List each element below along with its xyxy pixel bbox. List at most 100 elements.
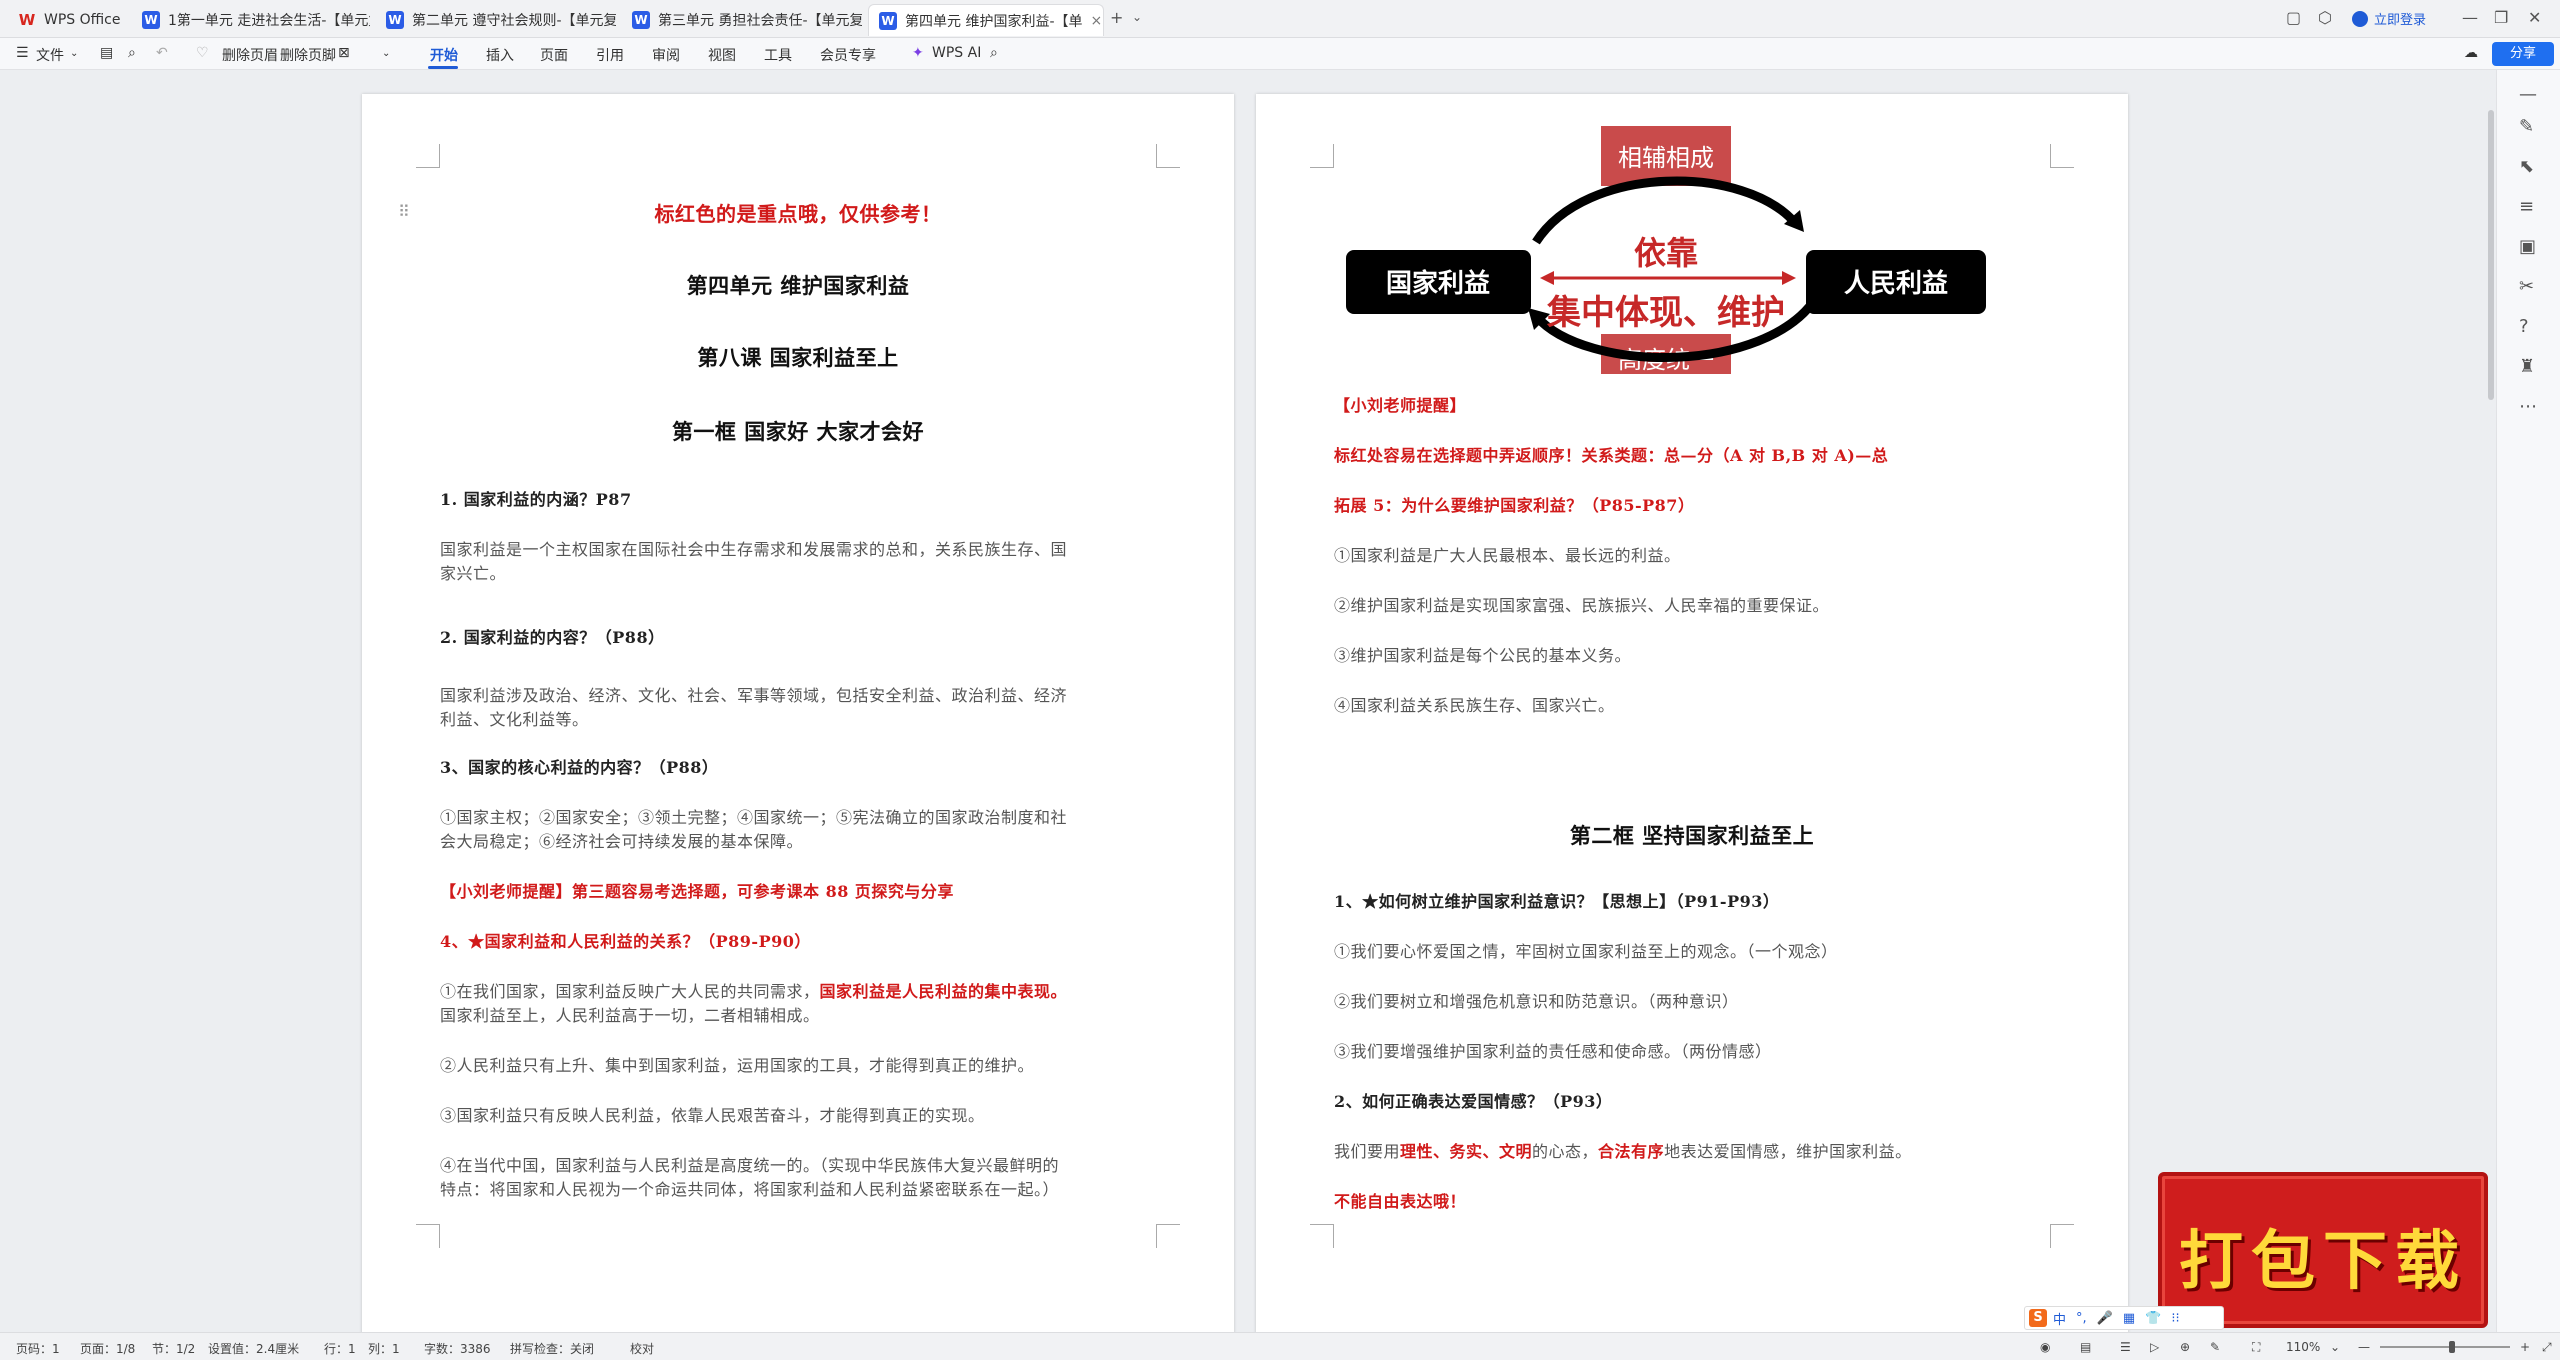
tab-label: WPS Office	[44, 12, 121, 28]
share-button[interactable]: 分享	[2492, 42, 2554, 66]
relationship-diagram: 相辅相成 高度统一 国家利益 人民利益 依靠 集中体现、维护	[1346, 126, 1986, 374]
status-word-count[interactable]: 字数：3386	[424, 1340, 491, 1357]
login-button[interactable]: 立即登录	[2352, 9, 2426, 28]
close-window-icon[interactable]: ✕	[2528, 8, 2541, 27]
cloud-sync-icon[interactable]: ☁	[2464, 45, 2478, 61]
pen-icon[interactable]: ✎	[2519, 116, 2534, 137]
select-icon[interactable]: ⬉	[2519, 156, 2534, 177]
tab-wps-office[interactable]: W WPS Office	[8, 4, 140, 36]
outline-view-icon[interactable]: ☰	[2120, 1340, 2131, 1354]
status-spell-check[interactable]: 拼写检查：关闭	[510, 1340, 594, 1357]
tab-document-1[interactable]: W 1第一单元 走进社会生活-【单元复习	[132, 4, 370, 36]
microphone-icon[interactable]: 🎤	[2097, 1311, 2113, 1326]
status-proofread[interactable]: 校对	[630, 1340, 654, 1357]
tools-icon[interactable]: ✂	[2519, 276, 2534, 297]
chevron-down-icon[interactable]: ⌄	[382, 48, 390, 59]
paragraph-line: ②我们要树立和增强危机意识和防范意识。（两种意识）	[1334, 992, 1739, 1011]
zoom-slider-knob[interactable]	[2448, 1341, 2455, 1353]
undo-icon[interactable]: ↶	[156, 45, 168, 61]
chevron-down-icon[interactable]: ⌄	[1132, 10, 1142, 24]
document-page-1[interactable]: ⠿ 标红色的是重点哦，仅供参考！ 第四单元 维护国家利益 第八课 国家利益至上 …	[362, 94, 1234, 1332]
save-icon[interactable]: ▤	[100, 45, 113, 61]
shirt-icon[interactable]: ♜	[2519, 356, 2535, 377]
lesson-title: 第八课 国家利益至上	[697, 345, 899, 370]
chevron-down-icon[interactable]: ⌄	[70, 48, 78, 59]
restore-icon[interactable]: ❐	[2494, 8, 2508, 27]
chevron-down-icon[interactable]: ⌄	[2330, 1340, 2340, 1354]
paragraph-line: 国家利益是一个主权国家在国际社会中生存需求和发展需求的总和，关系民族生存、国	[440, 540, 1068, 559]
download-banner[interactable]: 打包下载	[2158, 1172, 2488, 1328]
redo-icon[interactable]: ♡	[196, 45, 209, 61]
file-menu[interactable]: 文件	[36, 45, 64, 65]
close-icon[interactable]: ×	[1091, 13, 1103, 29]
status-pages[interactable]: 页面：1/8	[80, 1340, 135, 1357]
status-row[interactable]: 行：1	[324, 1340, 356, 1357]
word-doc-icon: W	[632, 11, 650, 29]
menu-item-review[interactable]: 审阅	[652, 45, 680, 65]
menu-icon[interactable]: ☰	[16, 45, 29, 61]
edit-box-icon[interactable]: ▣	[2519, 236, 2536, 257]
diagram-left-label: 国家利益	[1386, 268, 1490, 299]
paragraph-line: 特点：将国家和人民视为一个命运共同体，将国家利益和人民利益紧密联系在一起。）	[440, 1180, 1060, 1199]
status-setting[interactable]: 设置值：2.4厘米	[208, 1340, 299, 1357]
zoom-level[interactable]: 110%	[2286, 1340, 2320, 1354]
wps-ai-icon[interactable]: ✦	[912, 45, 924, 61]
fit-page-icon[interactable]: ⛶	[2252, 1340, 2260, 1355]
eye-icon[interactable]: ◉	[2040, 1340, 2050, 1354]
cube-icon[interactable]: ⬡	[2318, 8, 2332, 27]
extension-question: 拓展 5：为什么要维护国家利益？（P85-P87）	[1334, 496, 1695, 515]
document-area[interactable]: ⠿ 标红色的是重点哦，仅供参考！ 第四单元 维护国家利益 第八课 国家利益至上 …	[0, 70, 2496, 1332]
ime-mode[interactable]: 中	[2053, 1309, 2066, 1328]
play-icon[interactable]: ▷	[2150, 1340, 2159, 1354]
grid-menu-icon[interactable]: ⁝⁝	[2171, 1311, 2179, 1326]
search-icon[interactable]: ⌕	[990, 45, 998, 61]
help-icon[interactable]: ?	[2519, 316, 2529, 337]
section-title: 第二框 坚持国家利益至上	[1569, 823, 1815, 848]
input-method-bar[interactable]: S 中 °, 🎤 ▦ 👕 ⁝⁝	[2024, 1306, 2224, 1330]
status-bar: 页码：1 页面：1/8 节：1/2 设置值：2.4厘米 行：1 列：1 字数：3…	[0, 1332, 2560, 1360]
drag-handle-icon[interactable]: ⠿	[398, 202, 410, 221]
zoom-slider[interactable]	[2380, 1346, 2510, 1348]
corner-mark	[1310, 144, 1334, 168]
menu-item-reference[interactable]: 引用	[596, 45, 624, 65]
minimize-icon[interactable]: —	[2462, 8, 2478, 27]
punctuation-icon[interactable]: °,	[2076, 1311, 2087, 1326]
web-view-icon[interactable]: ⊕	[2180, 1340, 2190, 1354]
window-layout-icon[interactable]: ▢	[2286, 8, 2301, 27]
keyboard-icon[interactable]: ▦	[2123, 1311, 2135, 1326]
delete-footer-button[interactable]: 删除页脚	[280, 45, 336, 65]
page-view-icon[interactable]: ▤	[2080, 1340, 2091, 1354]
menu-item-member[interactable]: 会员专享	[820, 45, 876, 65]
pen-icon[interactable]: ✎	[2210, 1340, 2220, 1354]
zoom-out-icon[interactable]: —	[2358, 1340, 2370, 1354]
tab-document-2[interactable]: W 第二单元 遵守社会规则-【单元复习	[376, 4, 616, 36]
status-col[interactable]: 列：1	[368, 1340, 400, 1357]
document-page-2[interactable]: 相辅相成 高度统一 国家利益 人民利益 依靠 集中体现、维护 【小刘老师提醒】 …	[1256, 94, 2128, 1332]
status-page-number[interactable]: 页码：1	[16, 1340, 60, 1357]
paragraph-line: ④国家利益关系民族生存、国家兴亡。	[1334, 696, 1615, 715]
fullscreen-icon[interactable]: ⤢	[2542, 1340, 2552, 1355]
tab-document-4[interactable]: W 第四单元 维护国家利益-【单 ×	[868, 4, 1104, 36]
format-icon[interactable]: ⊠	[338, 45, 350, 61]
text-run: 地表达爱国情感，维护国家利益。	[1664, 1142, 1912, 1161]
adjust-icon[interactable]: ≡	[2519, 196, 2534, 217]
menu-item-start[interactable]: 开始	[430, 45, 458, 65]
new-tab-button[interactable]: +	[1110, 8, 1123, 27]
status-section[interactable]: 节：1/2	[152, 1340, 195, 1357]
menu-item-tools[interactable]: 工具	[764, 45, 792, 65]
menu-item-insert[interactable]: 插入	[486, 45, 514, 65]
more-icon[interactable]: ⋯	[2519, 396, 2537, 417]
skin-icon[interactable]: 👕	[2145, 1311, 2161, 1326]
warning-line: 不能自由表达哦！	[1334, 1192, 1467, 1211]
menu-item-view[interactable]: 视图	[708, 45, 736, 65]
delete-header-button[interactable]: 删除页眉	[222, 45, 278, 65]
highlighted-text: 理性、务实、文明	[1400, 1142, 1533, 1161]
question-2: 2、如何正确表达爱国情感？（P93）	[1334, 1092, 1613, 1111]
vertical-scrollbar[interactable]	[2488, 110, 2494, 400]
menu-item-page[interactable]: 页面	[540, 45, 568, 65]
tab-document-3[interactable]: W 第三单元 勇担社会责任-【单元复习	[622, 4, 862, 36]
zoom-in-icon[interactable]: +	[2520, 1340, 2530, 1354]
wps-ai-button[interactable]: WPS AI	[932, 45, 981, 61]
collapse-icon[interactable]: —	[2519, 84, 2537, 105]
search-replace-icon[interactable]: ⌕	[128, 45, 136, 61]
